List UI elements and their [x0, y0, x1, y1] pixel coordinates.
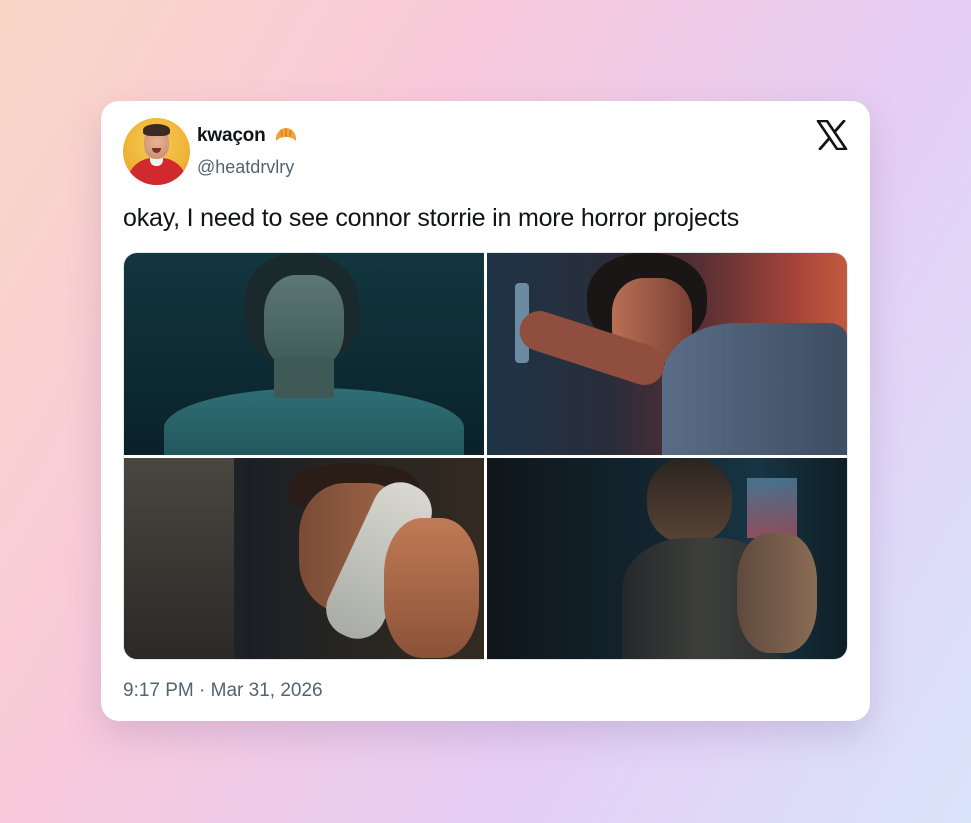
tweet-text: okay, I need to see connor storrie in mo…	[123, 204, 740, 232]
media-photo-1[interactable]	[124, 253, 484, 455]
avatar[interactable]	[123, 118, 190, 185]
author-handle[interactable]: @heatdrvlry	[197, 157, 294, 178]
author-name-row: kwaçon	[197, 125, 299, 147]
media-photo-3[interactable]	[124, 457, 484, 659]
x-logo-icon[interactable]	[816, 119, 848, 151]
media-grid	[123, 252, 848, 660]
media-photo-2[interactable]	[487, 253, 847, 455]
media-photo-4[interactable]	[487, 457, 847, 659]
tweet-timestamp[interactable]: 9:17 PM · Mar 31, 2026	[123, 680, 323, 702]
croissant-icon	[273, 125, 299, 147]
author-display-name[interactable]: kwaçon	[197, 125, 266, 147]
tweet-card: kwaçon @heatdrvlry okay, I need to see c…	[101, 101, 870, 721]
avatar-hair	[143, 124, 170, 136]
